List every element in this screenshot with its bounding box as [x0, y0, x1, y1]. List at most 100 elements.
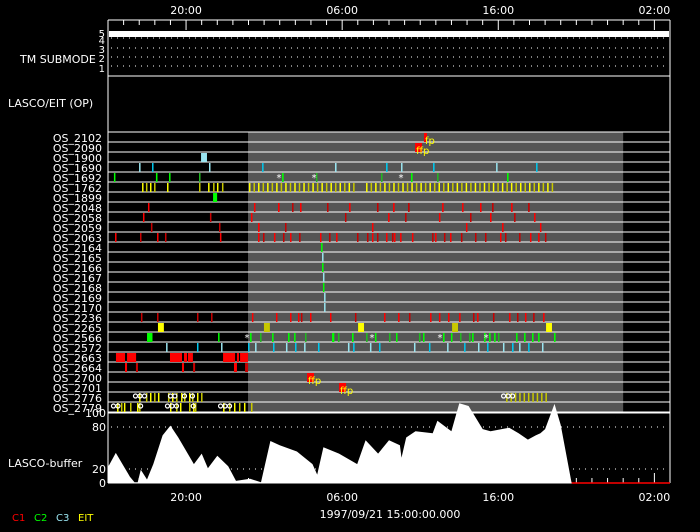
- event-mark: [519, 393, 521, 402]
- event-mark: [450, 333, 453, 342]
- event-mark: [545, 393, 547, 402]
- event-mark: [260, 333, 262, 342]
- legend-eit: EIT: [78, 513, 94, 524]
- event-mark: [201, 153, 207, 162]
- fp-marker-text: ffp: [308, 376, 321, 387]
- event-mark: [517, 313, 519, 322]
- event-mark: [448, 313, 450, 322]
- event-mark: [322, 273, 325, 282]
- event-mark: [149, 393, 152, 402]
- event-mark: [337, 333, 340, 342]
- event-mark: [123, 403, 126, 412]
- event-mark: [472, 333, 474, 342]
- event-mark: [480, 203, 482, 212]
- event-mark: [344, 213, 347, 222]
- buffer-tick-label: 100: [85, 407, 106, 420]
- event-mark: [460, 333, 462, 342]
- event-mark: [393, 233, 396, 242]
- event-mark: [319, 233, 322, 242]
- event-mark: [137, 403, 139, 412]
- event-mark: [492, 313, 495, 322]
- event-mark: [353, 343, 355, 352]
- event-mark: [216, 183, 219, 192]
- event-mark: [332, 333, 335, 342]
- event-mark: [470, 213, 472, 222]
- event-mark: [438, 213, 441, 222]
- event-mark: [492, 183, 495, 192]
- event-mark: [135, 363, 138, 372]
- event-mark: [384, 183, 386, 192]
- event-mark: [514, 213, 516, 222]
- event-mark: [379, 183, 382, 192]
- event-mark: [371, 223, 374, 232]
- event-mark: [488, 183, 490, 192]
- event-mark: [348, 183, 351, 192]
- event-mark: [435, 233, 437, 242]
- event-mark: [125, 363, 128, 372]
- event-mark: [303, 183, 305, 192]
- event-mark: [388, 183, 391, 192]
- event-mark: [267, 183, 269, 192]
- event-mark: [356, 233, 359, 242]
- event-mark: [490, 213, 492, 222]
- event-mark: [384, 313, 386, 322]
- circle-marker: [110, 403, 117, 409]
- event-mark: [551, 183, 554, 192]
- event-mark: [199, 173, 201, 182]
- event-mark: [529, 233, 532, 242]
- event-mark: [430, 313, 432, 322]
- event-mark: [140, 233, 142, 242]
- event-mark: [155, 173, 158, 182]
- event-mark: [317, 343, 320, 352]
- event-mark: [307, 183, 310, 192]
- event-mark: [437, 173, 439, 182]
- event-mark: [420, 183, 422, 192]
- event-mark: [147, 203, 150, 212]
- event-mark: [411, 233, 414, 242]
- event-mark: [213, 183, 215, 192]
- event-mark: [321, 243, 323, 252]
- event-mark: [411, 173, 413, 182]
- event-mark: [374, 333, 377, 342]
- event-mark: [541, 393, 543, 402]
- event-mark: [258, 183, 260, 192]
- event-mark: [406, 183, 409, 192]
- event-mark: [502, 343, 505, 352]
- event-mark: [233, 403, 236, 412]
- event-mark: [538, 183, 540, 192]
- event-mark: [402, 183, 404, 192]
- event-mark: [524, 183, 527, 192]
- event-mark: [408, 203, 410, 212]
- event-mark: [211, 313, 213, 322]
- event-mark: [474, 183, 477, 192]
- event-mark: [316, 183, 319, 192]
- event-mark: [542, 183, 545, 192]
- event-mark: [492, 203, 494, 212]
- event-mark: [304, 343, 306, 352]
- event-mark: [536, 163, 538, 172]
- event-mark: [243, 403, 246, 412]
- event-mark: [223, 353, 236, 362]
- event-mark: [196, 393, 199, 402]
- event-mark: [154, 183, 156, 192]
- event-mark: [376, 233, 379, 242]
- event-mark: [164, 233, 167, 242]
- event-mark: [280, 183, 283, 192]
- event-mark: [539, 223, 542, 232]
- event-mark: [113, 173, 116, 182]
- event-mark: [443, 233, 446, 242]
- event-mark: [433, 183, 436, 192]
- event-mark: [483, 183, 486, 192]
- buffer-tick-label: 20: [92, 463, 106, 476]
- event-mark: [516, 333, 518, 342]
- bottom-tick-label: 20:00: [170, 491, 202, 504]
- buffer-tick-label: 80: [92, 421, 106, 434]
- event-mark: [388, 213, 390, 222]
- event-mark: [485, 233, 487, 242]
- event-mark: [519, 233, 521, 242]
- event-mark: [285, 183, 287, 192]
- event-mark: [396, 333, 398, 342]
- event-mark: [443, 333, 445, 342]
- event-mark: [424, 183, 427, 192]
- buffer-area: [108, 403, 572, 483]
